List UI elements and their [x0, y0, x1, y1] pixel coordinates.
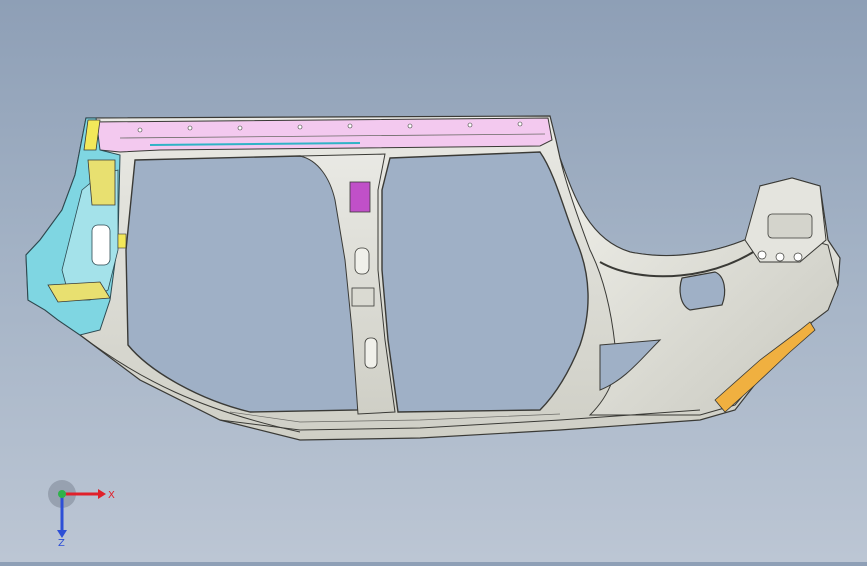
yellow-hinge-bracket: [87, 159, 116, 206]
z-arrowhead: [57, 530, 67, 538]
quarter-access-hole: [679, 271, 726, 311]
rear-door-opening: [381, 151, 589, 413]
axis-triad: X Z: [48, 480, 115, 548]
a-pillar-slot: [91, 224, 111, 266]
x-axis-label: X: [108, 490, 115, 501]
b-pillar-slot-lower: [364, 337, 378, 369]
b-pillar-slot-upper: [354, 247, 370, 275]
b-pillar-bracket: [351, 287, 375, 307]
side-body-panel-model[interactable]: [0, 0, 867, 562]
b-pillar-purple-patch: [349, 181, 371, 213]
x-arrowhead: [98, 489, 106, 499]
front-door-opening: [125, 155, 359, 413]
yellow-lower-bracket: [47, 281, 111, 303]
cad-viewport[interactable]: [0, 0, 867, 562]
roof-rail: [91, 117, 553, 153]
y-axis-dot: [58, 490, 66, 498]
z-axis-label: Z: [58, 538, 65, 548]
yellow-clip: [117, 233, 127, 249]
latch-window: [767, 213, 813, 239]
